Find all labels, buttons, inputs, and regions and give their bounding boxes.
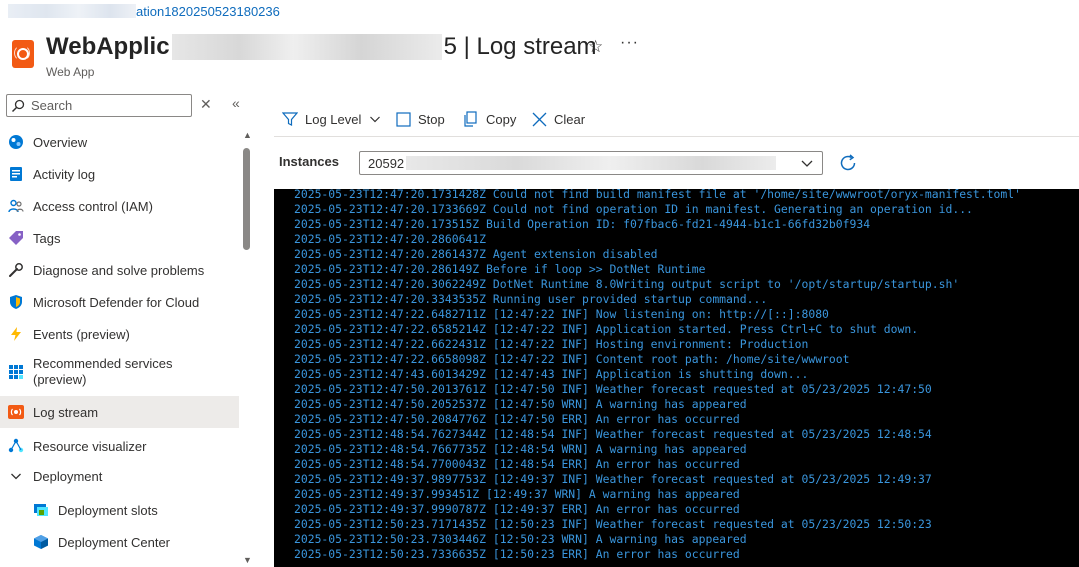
- web-app-icon: [12, 40, 34, 68]
- log-line: 2025-05-23T12:47:20.3062249Z DotNet Runt…: [294, 277, 960, 291]
- log-line: 2025-05-23T12:47:22.6482711Z [12:47:22 I…: [294, 307, 829, 321]
- sidebar-item-log-stream[interactable]: Log stream: [0, 396, 239, 428]
- scroll-up-icon[interactable]: ▲: [243, 130, 252, 140]
- log-line: 2025-05-23T12:50:23.7171435Z [12:50:23 I…: [294, 517, 932, 531]
- activity-log-icon: [8, 166, 24, 182]
- log-line: 2025-05-23T12:48:54.7667735Z [12:48:54 W…: [294, 442, 747, 456]
- overview-icon: [8, 134, 24, 150]
- stop-button[interactable]: Stop: [396, 107, 445, 131]
- cube-icon: [33, 534, 49, 550]
- redacted-text: [171, 34, 442, 60]
- sidebar-item-deployment-slots[interactable]: Deployment slots: [0, 499, 239, 521]
- log-line: 2025-05-23T12:49:37.9897753Z [12:49:37 I…: [294, 472, 932, 486]
- page-title: WebApplic 5 | Log stream: [46, 32, 597, 62]
- command-bar: Log Level Stop Copy Clear: [274, 104, 1079, 137]
- sidebar-item-recommended-services[interactable]: Recommended services (preview): [0, 355, 239, 389]
- chevron-down-icon: [370, 116, 381, 123]
- log-line: 2025-05-23T12:47:20.2860641Z: [294, 232, 487, 246]
- breadcrumb-link[interactable]: ation1820250523180236: [136, 4, 280, 19]
- collapse-icon[interactable]: «: [232, 95, 240, 111]
- visualizer-icon: [8, 438, 24, 454]
- resource-type: Web App: [46, 65, 95, 79]
- sidebar-item-activity-log[interactable]: Activity log: [0, 163, 239, 185]
- chevron-down-icon: [801, 160, 813, 167]
- redacted-text: [406, 156, 777, 170]
- scrollbar-thumb[interactable]: [243, 148, 250, 250]
- sidebar-item-defender[interactable]: Microsoft Defender for Cloud: [0, 291, 239, 313]
- close-icon: [532, 112, 547, 126]
- log-line: 2025-05-23T12:47:20.1731428Z Could not f…: [294, 189, 1021, 201]
- title-prefix: WebApplic: [46, 33, 170, 60]
- log-line: 2025-05-23T12:47:20.1733669Z Could not f…: [294, 202, 973, 216]
- wrench-icon: [8, 262, 24, 278]
- page-header: WebApplic 5 | Log stream Web App: [12, 32, 597, 79]
- log-level-button[interactable]: Log Level: [282, 107, 388, 131]
- search-placeholder: Search: [31, 98, 73, 113]
- log-stream-icon: [8, 404, 24, 420]
- chevron-down-icon: [8, 468, 24, 484]
- grid-icon: [8, 364, 24, 380]
- copy-button[interactable]: Copy: [463, 107, 516, 131]
- log-line: 2025-05-23T12:47:20.3343535Z Running use…: [294, 292, 768, 306]
- star-icon[interactable]: ☆: [588, 37, 603, 57]
- filter-icon: [282, 112, 298, 126]
- log-line: 2025-05-23T12:47:50.2013761Z [12:47:50 I…: [294, 382, 932, 396]
- stop-icon: [396, 111, 411, 127]
- instances-dropdown[interactable]: 20592: [359, 151, 823, 175]
- sidebar-item-access-control[interactable]: Access control (IAM): [0, 195, 239, 217]
- log-line: 2025-05-23T12:47:20.173515Z Build Operat…: [294, 217, 871, 231]
- copy-icon: [464, 111, 477, 127]
- log-line: 2025-05-23T12:48:54.7700043Z [12:48:54 E…: [294, 457, 740, 471]
- log-line: 2025-05-23T12:47:50.2052537Z [12:47:50 W…: [294, 397, 747, 411]
- lightning-icon: [8, 326, 24, 342]
- log-line: 2025-05-23T12:50:23.7336635Z [12:50:23 E…: [294, 547, 740, 561]
- log-line: 2025-05-23T12:47:20.286149Z Before if lo…: [294, 262, 706, 276]
- log-console[interactable]: 2025-05-23T12:47:20.1731428Z Could not f…: [274, 189, 1079, 567]
- sidebar-item-diagnose[interactable]: Diagnose and solve problems: [0, 259, 239, 281]
- ellipsis-icon[interactable]: ···: [620, 34, 639, 52]
- sidebar-item-deployment-center[interactable]: Deployment Center: [0, 531, 239, 553]
- close-icon[interactable]: ✕: [200, 96, 212, 113]
- sidebar-item-tags[interactable]: Tags: [0, 227, 239, 249]
- people-icon: [8, 198, 24, 214]
- sidebar-item-resource-visualizer[interactable]: Resource visualizer: [0, 435, 239, 457]
- instance-value: 20592: [368, 155, 405, 171]
- log-line: 2025-05-23T12:48:54.7627344Z [12:48:54 I…: [294, 427, 932, 441]
- scroll-down-icon[interactable]: ▼: [243, 555, 252, 565]
- redacted-text: [8, 4, 136, 18]
- search-input[interactable]: Search: [6, 94, 192, 117]
- log-line: 2025-05-23T12:47:22.6585214Z [12:47:22 I…: [294, 322, 919, 336]
- sidebar-group-deployment[interactable]: Deployment: [0, 465, 239, 487]
- refresh-icon[interactable]: [838, 153, 858, 178]
- log-line: 2025-05-23T12:47:50.2084776Z [12:47:50 E…: [294, 412, 740, 426]
- log-line: 2025-05-23T12:49:37.9990787Z [12:49:37 E…: [294, 502, 740, 516]
- log-line: 2025-05-23T12:49:37.993451Z [12:49:37 WR…: [294, 487, 740, 501]
- log-line: 2025-05-23T12:47:43.6013429Z [12:47:43 I…: [294, 367, 809, 381]
- clear-button[interactable]: Clear: [532, 107, 585, 131]
- sidebar-item-overview[interactable]: Overview: [0, 131, 239, 153]
- sidebar: Overview Activity log Access control (IA…: [0, 126, 240, 567]
- log-line: 2025-05-23T12:47:20.2861437Z Agent exten…: [294, 247, 658, 261]
- search-icon: [11, 99, 25, 112]
- instances-label: Instances: [279, 154, 339, 169]
- title-suffix: 5 | Log stream: [443, 33, 597, 60]
- log-line: 2025-05-23T12:47:22.6622431Z [12:47:22 I…: [294, 337, 809, 351]
- slots-icon: [33, 502, 49, 518]
- breadcrumb[interactable]: ation1820250523180236: [8, 4, 280, 19]
- log-line: 2025-05-23T12:50:23.7303446Z [12:50:23 W…: [294, 532, 747, 546]
- sidebar-item-events[interactable]: Events (preview): [0, 323, 239, 345]
- shield-icon: [8, 294, 24, 310]
- log-line: 2025-05-23T12:47:22.6658098Z [12:47:22 I…: [294, 352, 850, 366]
- tag-icon: [8, 230, 24, 246]
